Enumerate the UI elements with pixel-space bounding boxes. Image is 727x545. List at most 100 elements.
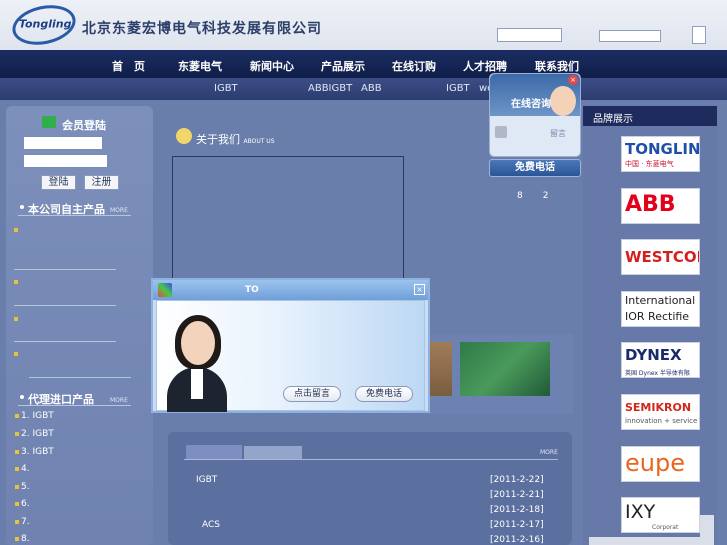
agent-product-item[interactable]: 7. <box>21 517 30 527</box>
divider <box>184 459 558 460</box>
news-date: [2011-2-21] <box>490 490 544 500</box>
password-input[interactable] <box>23 154 108 168</box>
company-logo[interactable]: Tongling <box>8 0 80 51</box>
brand-logo-abb[interactable]: ABB <box>621 188 700 224</box>
service-title: 在线咨询 <box>511 99 551 110</box>
divider <box>18 405 131 406</box>
sub-nav: IGBT ABBIGBT ABB IGBT we <box>0 78 727 100</box>
news-date: [2011-2-16] <box>490 535 544 545</box>
about-title: 关于我们 ABOUT US <box>196 133 275 146</box>
agent-product-item[interactable]: 1. IGBT <box>21 411 54 421</box>
agent-products-more-link[interactable]: MORE <box>110 397 128 404</box>
agent-product-item[interactable]: 8. <box>21 534 30 544</box>
news-item[interactable]: ACS <box>202 520 220 530</box>
list-bullet-icon <box>15 414 19 418</box>
subnav-item[interactable]: ABB <box>361 83 382 94</box>
free-call-button[interactable]: 免费电话 <box>355 386 413 402</box>
popup-titlebar: TO × <box>153 280 428 300</box>
brand-logo-eupec[interactable]: eupe <box>621 446 700 482</box>
brand-logo-semikron[interactable]: SEMIKRON innovation + service <box>621 394 700 430</box>
subnav-item[interactable]: ABBIGBT <box>308 83 352 94</box>
nav-item-news[interactable]: 新闻中心 <box>250 58 294 74</box>
service-agent-avatar <box>550 86 576 116</box>
header-select[interactable] <box>599 30 661 42</box>
nav-item-order[interactable]: 在线订购 <box>392 58 436 74</box>
username-input[interactable] <box>23 136 103 150</box>
news-date: [2011-2-22] <box>490 475 544 485</box>
news-date: [2011-2-17] <box>490 520 544 530</box>
service-popup: TO × 点击留言 免费电话 <box>151 278 430 413</box>
vertical-scrollbar[interactable] <box>700 515 714 545</box>
brand-logo-tongling[interactable]: TONGLIN 中国 · 东菱电气 <box>621 136 700 172</box>
news-date: [2011-2-18] <box>490 505 544 515</box>
leave-message-link[interactable]: 留言 <box>550 128 566 139</box>
nav-item-products[interactable]: 产品展示 <box>321 58 365 74</box>
list-bullet-icon <box>15 432 19 436</box>
agent-photo <box>181 321 215 365</box>
section-bullet-icon <box>20 395 24 399</box>
close-icon[interactable]: × <box>414 284 425 295</box>
section-bullet-icon <box>20 205 24 209</box>
brands-title: 品牌展示 <box>593 114 633 125</box>
agent-product-item[interactable]: 5. <box>21 482 30 492</box>
runner-icon <box>42 116 56 128</box>
login-button[interactable]: 登陆 <box>41 175 76 190</box>
news-more-link[interactable]: MORE <box>540 449 558 456</box>
list-bullet-icon <box>15 485 19 489</box>
list-bullet-icon <box>15 450 19 454</box>
nav-item-dongling[interactable]: 东菱电气 <box>178 58 222 74</box>
agent-product-item[interactable]: 6. <box>21 499 30 509</box>
divider <box>14 341 116 342</box>
brand-logo-ixys[interactable]: IXY Corporat <box>621 497 700 533</box>
header-search-input[interactable] <box>497 28 562 42</box>
agent-product-item[interactable]: 2. IGBT <box>21 429 54 439</box>
nav-item-jobs[interactable]: 人才招聘 <box>463 58 507 74</box>
divider <box>14 269 116 270</box>
brand-logo-westcode[interactable]: WESTCOD <box>621 239 700 275</box>
news-tab-1[interactable] <box>186 445 242 459</box>
video-player[interactable] <box>172 156 404 288</box>
brand-logo-dynex[interactable]: DYNEX 英国 Dynex 半导体有限 <box>621 342 700 378</box>
main-nav: 首 页 东菱电气 新闻中心 产品展示 在线订购 人才招聘 联系我们 <box>0 50 727 78</box>
nav-item-home[interactable]: 首 页 <box>112 58 145 74</box>
close-icon[interactable]: × <box>568 75 578 85</box>
divider <box>14 305 116 306</box>
register-button[interactable]: 注册 <box>84 175 119 190</box>
online-service-widget: 在线咨询 × 留言 <box>489 73 581 157</box>
product-photo[interactable] <box>460 342 550 396</box>
agent-product-item[interactable]: 3. IGBT <box>21 447 54 457</box>
header: Tongling 北京东菱宏博电气科技发展有限公司 <box>0 0 727 51</box>
list-bullet-icon <box>15 467 19 471</box>
about-icon <box>176 128 192 144</box>
page-link[interactable]: 2 <box>543 191 549 201</box>
logo-text: Tongling <box>18 17 72 31</box>
brand-logo-ir[interactable]: International IOR Rectifie <box>621 291 700 327</box>
header-search-button[interactable] <box>692 26 706 44</box>
list-bullet-icon <box>15 537 19 541</box>
popup-app-icon <box>158 283 172 297</box>
list-bullet-icon <box>15 502 19 506</box>
free-call-button[interactable]: 免费电话 <box>489 159 581 177</box>
horizontal-scrollbar[interactable] <box>589 537 700 545</box>
list-bullet-icon <box>14 352 18 356</box>
page-link[interactable]: 8 <box>517 191 523 201</box>
list-bullet-icon <box>14 280 18 284</box>
chat-icon[interactable] <box>495 126 507 138</box>
divider <box>29 377 131 378</box>
popup-title: TO <box>245 285 259 295</box>
news-item[interactable]: IGBT <box>196 475 217 485</box>
list-bullet-icon <box>14 228 18 232</box>
agent-product-item[interactable]: 4. <box>21 464 30 474</box>
agent-photo <box>191 369 203 399</box>
company-name: 北京东菱宏博电气科技发展有限公司 <box>82 21 322 37</box>
divider <box>18 215 131 216</box>
leave-message-button[interactable]: 点击留言 <box>283 386 341 402</box>
own-products-more-link[interactable]: MORE <box>110 207 128 214</box>
subnav-item[interactable]: IGBT <box>446 83 470 94</box>
list-bullet-icon <box>14 317 18 321</box>
list-bullet-icon <box>15 520 19 524</box>
news-tab-2[interactable] <box>244 446 302 459</box>
subnav-item[interactable]: IGBT <box>214 83 238 94</box>
product-photo[interactable] <box>430 342 452 396</box>
nav-item-contact[interactable]: 联系我们 <box>535 58 579 74</box>
